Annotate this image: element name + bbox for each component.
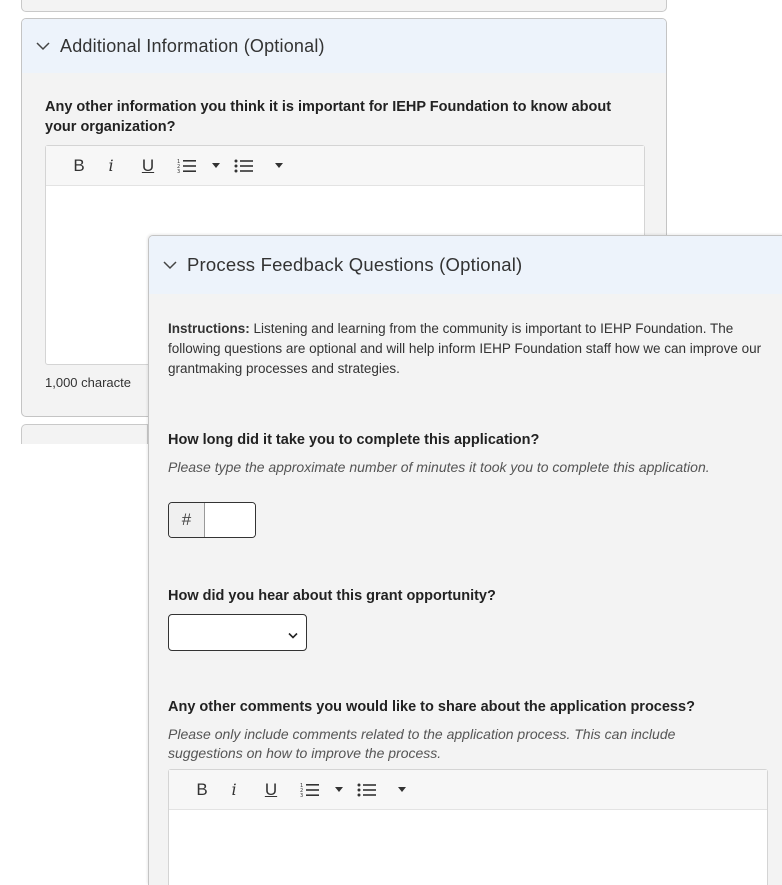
instructions-body: Listening and learning from the communit… [168,321,762,376]
process-feedback-panel: Process Feedback Questions (Optional) In… [148,235,782,885]
comments-question: Any other comments you would like to sha… [168,699,695,715]
italic-button[interactable]: i [92,152,130,180]
bullet-list-caret-icon[interactable] [264,152,294,180]
bullet-list-icon[interactable] [224,152,264,180]
character-counter: 1,000 characte [45,375,132,390]
additional-information-header[interactable]: Additional Information (Optional) [22,19,666,73]
hear-about-question: How did you hear about this grant opport… [168,588,496,604]
underline-button[interactable]: U [130,152,166,180]
bullet-list-icon[interactable] [347,776,387,804]
bold-button[interactable]: B [189,776,215,804]
ordered-list-icon[interactable]: 1 2 3 [289,776,331,804]
svg-text:3: 3 [177,169,180,174]
instructions-label: Instructions: [168,321,250,336]
process-feedback-header[interactable]: Process Feedback Questions (Optional) [149,236,782,294]
instructions-text: Instructions: Listening and learning fro… [168,319,768,379]
panel-title: Additional Information (Optional) [60,35,325,56]
editor-toolbar: B i U 1 2 3 [46,146,644,186]
previous-panel-edge [21,0,667,12]
completion-time-question: How long did it take you to complete thi… [168,432,540,448]
comments-hint: Please only include comments related to … [168,726,676,761]
number-prefix: # [169,503,205,537]
svg-text:3: 3 [300,793,303,798]
comments-editor: B i U 1 2 3 [168,769,768,885]
ordered-list-caret-icon[interactable] [331,776,347,804]
bullet-list-caret-icon[interactable] [387,776,417,804]
bold-button[interactable]: B [66,152,92,180]
chevron-down-icon [34,37,52,55]
completion-time-hint: Please type the approximate number of mi… [168,459,710,475]
minutes-input[interactable]: # [168,502,256,538]
editor-toolbar: B i U 1 2 3 [169,770,767,810]
chevron-down-icon [161,256,179,274]
ordered-list-icon[interactable]: 1 2 3 [166,152,208,180]
additional-info-question: Any other information you think it is im… [45,99,612,135]
underline-button[interactable]: U [253,776,289,804]
next-panel-edge [21,424,148,444]
minutes-field[interactable] [205,503,255,537]
panel-title: Process Feedback Questions (Optional) [187,254,523,275]
ordered-list-caret-icon[interactable] [208,152,224,180]
hear-about-select[interactable] [168,614,307,651]
chevron-down-icon [288,627,298,645]
italic-button[interactable]: i [215,776,253,804]
